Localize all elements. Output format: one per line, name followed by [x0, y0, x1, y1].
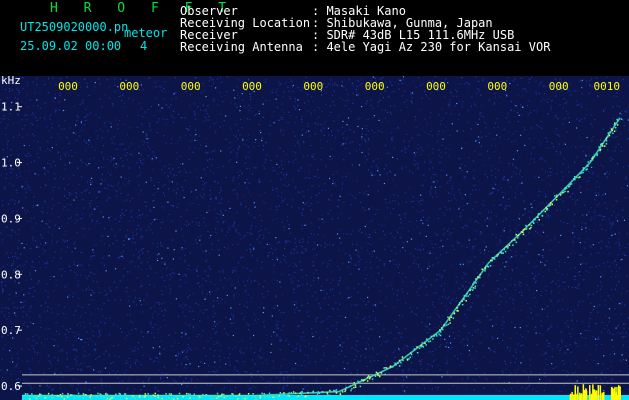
time-tick-label: 000 [365, 80, 385, 93]
burst-mark [576, 393, 578, 400]
burst-mark [574, 385, 576, 400]
burst-mark [571, 391, 573, 400]
time-tick-label: 000 [58, 80, 78, 93]
burst-mark [599, 385, 602, 400]
time-tick-label: 000 [487, 80, 507, 93]
burst-mark [595, 390, 598, 400]
time-tick-label: 000 [303, 80, 323, 93]
time-tick-label: 000 [181, 80, 201, 93]
time-tick-label: 0010 [594, 80, 621, 93]
burst-mark [603, 392, 605, 400]
header-panel: H R O F F T UT2509020000.pn meteor 25.09… [0, 0, 629, 76]
datetime-label: 25.09.02 00:00 [20, 39, 122, 53]
burst-mark [619, 386, 621, 400]
time-tick-label: 000 [242, 80, 262, 93]
count-label: 4 [140, 39, 148, 53]
antenna-value: : 4ele Yagi Az 230 for Kansai VOR [312, 40, 551, 54]
y-tick-label: 0.8 [1, 268, 21, 281]
burst-mark [615, 392, 618, 400]
antenna-label: Receiving Antenna [180, 40, 303, 54]
spectrogram-chart: 000 000 000 000 000 000 000 000 000 0010 1.1 1.0 0.… [0, 76, 629, 400]
time-tick-label: 000 [426, 80, 446, 93]
tag-label: meteor [124, 26, 168, 40]
burst-mark [611, 387, 613, 400]
spectrogram-background [0, 76, 629, 400]
y-axis-label: kHz [1, 76, 21, 87]
burst-mark [617, 395, 619, 400]
burst-mark [569, 394, 572, 400]
burst-mark [597, 385, 600, 400]
burst-mark [591, 393, 593, 400]
burst-mark [583, 396, 585, 400]
y-tick-label: 1.1 [1, 101, 21, 114]
burst-mark [589, 391, 591, 400]
y-tick-label: 0.7 [1, 324, 21, 337]
time-tick-label: 000 [549, 80, 569, 93]
burst-mark [579, 393, 581, 400]
y-tick-label: 0.9 [1, 212, 21, 225]
y-tick-label: 1.0 [1, 157, 21, 170]
burst-mark [613, 388, 616, 400]
burst-mark [601, 392, 603, 400]
burst-mark [573, 394, 575, 400]
burst-mark [584, 391, 587, 400]
y-tick-label: 0.6 [1, 380, 21, 393]
burst-mark [580, 394, 582, 400]
burst-mark [594, 392, 596, 400]
filename-label: UT2509020000.pn [20, 20, 129, 34]
time-tick-label: 000 [119, 80, 139, 93]
